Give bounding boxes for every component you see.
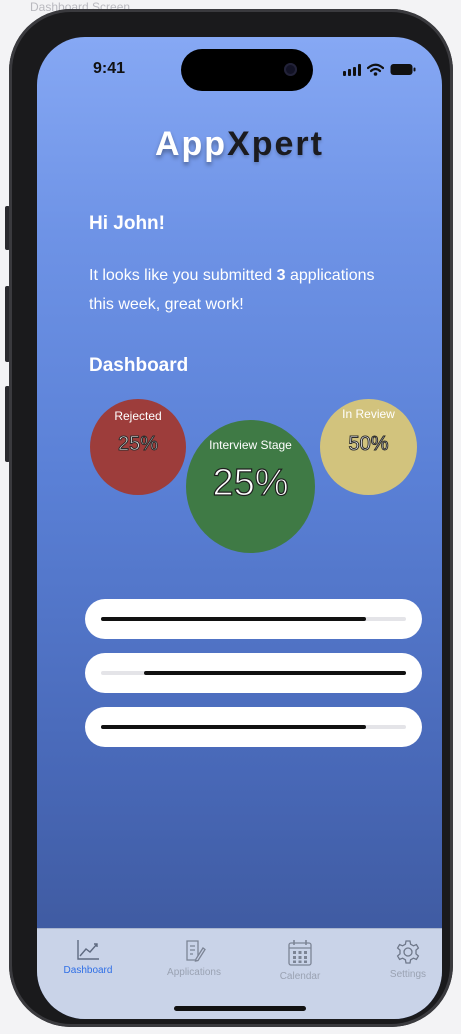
progress-card[interactable]	[85, 707, 422, 747]
phone-frame: 9:41 AppXpert Hi John! It looks like you…	[9, 9, 453, 1027]
tab-label: Calendar	[279, 971, 321, 982]
progress-fill	[143, 671, 406, 675]
tab-label: Dashboard	[63, 965, 113, 976]
progress-card[interactable]	[85, 653, 422, 693]
stat-value: 50%	[348, 433, 389, 456]
home-indicator	[174, 1006, 306, 1011]
tab-label: Settings	[389, 969, 427, 980]
application-count: 3	[276, 267, 286, 284]
stat-label: Interview Stage	[209, 438, 292, 452]
progress-fill	[101, 617, 367, 621]
dynamic-island	[181, 49, 313, 91]
greeting: Hi John!	[89, 213, 165, 234]
tab-dashboard[interactable]: Dashboard	[48, 939, 128, 976]
app-title-part1: App	[154, 125, 228, 163]
tab-label: Applications	[167, 967, 221, 978]
calendar-icon	[288, 940, 312, 966]
document-edit-icon	[186, 940, 206, 962]
progress-fill	[101, 725, 367, 729]
stat-value: 25%	[117, 433, 159, 456]
summary-message: It looks like you submitted 3 applicatio…	[89, 261, 389, 319]
dashboard-title: Dashboard	[89, 355, 189, 376]
progress-track	[101, 725, 406, 729]
stat-label: Rejected	[114, 409, 162, 423]
stat-bubble-rejected[interactable]: Rejected 25%	[90, 399, 186, 495]
app-screen: 9:41 AppXpert Hi John! It looks like you…	[37, 37, 442, 1019]
tab-applications[interactable]: Applications	[154, 939, 234, 978]
cellular-signal-icon	[343, 63, 361, 76]
progress-track	[101, 671, 406, 675]
gear-icon	[396, 940, 420, 964]
progress-track	[101, 617, 406, 621]
battery-icon	[390, 64, 416, 75]
status-time: 9:41	[93, 60, 126, 77]
app-title-part2: Xpert	[227, 125, 324, 163]
tab-settings[interactable]: Settings	[368, 939, 442, 980]
stat-label: In Review	[342, 407, 395, 421]
app-logo-title: AppXpert	[37, 125, 442, 164]
wifi-icon	[367, 63, 384, 76]
tab-calendar[interactable]: Calendar	[260, 939, 340, 982]
progress-card[interactable]	[85, 599, 422, 639]
message-prefix: It looks like you submitted	[89, 267, 277, 284]
stat-value: 25%	[212, 461, 289, 504]
status-icons	[343, 63, 416, 76]
chart-line-icon	[77, 940, 99, 960]
camera-icon	[284, 63, 297, 76]
stat-bubble-interview-stage[interactable]: Interview Stage 25%	[186, 420, 315, 553]
stat-bubble-in-review[interactable]: In Review 50%	[320, 399, 417, 495]
